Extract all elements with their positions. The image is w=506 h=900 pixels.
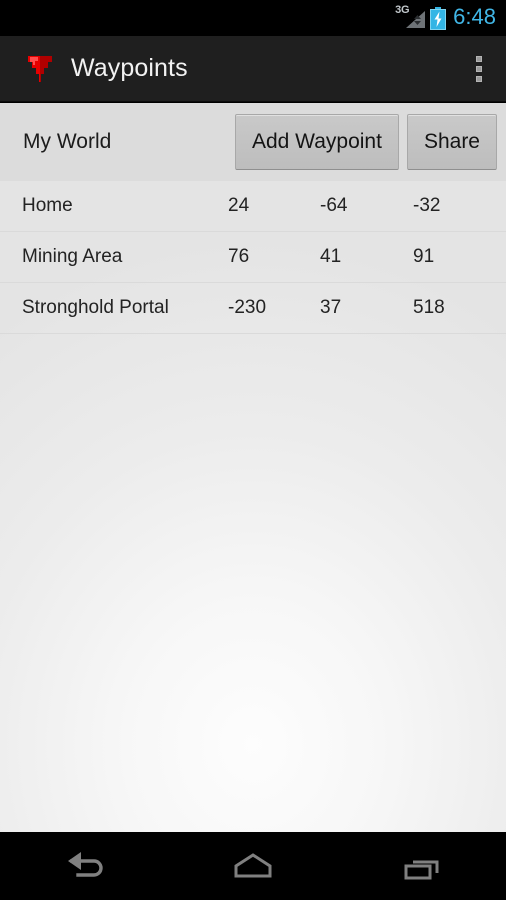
action-bar: Waypoints	[0, 36, 506, 102]
back-button[interactable]	[0, 832, 169, 900]
android-screen: 3G 6:48 Waypoints My World Add Waypoint …	[0, 0, 506, 900]
share-button[interactable]: Share	[406, 114, 497, 170]
waypoint-marker-icon	[28, 55, 52, 82]
table-row[interactable]: Stronghold Portal -230 37 518	[0, 283, 506, 334]
overflow-dot	[476, 66, 482, 72]
recents-button[interactable]	[337, 832, 506, 900]
world-name-label: My World	[23, 130, 112, 153]
overflow-dot	[476, 56, 482, 62]
signal-triangle-icon	[406, 11, 426, 28]
battery-indicator	[430, 6, 447, 30]
waypoint-z: 91	[413, 246, 435, 267]
waypoint-list: Home 24 -64 -32 Mining Area 76 41 91 Str…	[0, 181, 506, 334]
waypoint-y: 37	[320, 297, 342, 318]
waypoint-z: -32	[413, 195, 441, 216]
table-row[interactable]: Mining Area 76 41 91	[0, 232, 506, 283]
recent-apps-icon	[404, 860, 439, 880]
back-arrow-icon	[68, 852, 104, 877]
overflow-menu-icon[interactable]	[452, 36, 506, 102]
waypoint-z: 518	[413, 297, 445, 318]
waypoint-x: 76	[228, 246, 250, 267]
battery-charging-icon	[430, 6, 447, 30]
status-bar-clock: 6:48	[453, 4, 496, 29]
waypoint-name: Stronghold Portal	[22, 297, 169, 318]
waypoint-y: 41	[320, 246, 342, 267]
add-waypoint-button[interactable]: Add Waypoint	[234, 114, 399, 170]
waypoint-x: 24	[228, 195, 250, 216]
table-row[interactable]: Home 24 -64 -32	[0, 181, 506, 232]
android-navigation-bar	[0, 832, 506, 900]
status-bar: 3G 6:48	[0, 0, 506, 36]
world-toolbar: My World Add Waypoint Share	[0, 103, 506, 181]
waypoint-name: Home	[22, 195, 73, 216]
page-title: Waypoints	[71, 54, 188, 82]
home-button[interactable]	[169, 832, 338, 900]
overflow-dot	[476, 76, 482, 82]
status-bar-icons: 3G 6:48	[395, 4, 496, 30]
signal-indicator: 3G	[395, 5, 426, 30]
waypoint-y: -64	[320, 195, 348, 216]
home-icon	[234, 853, 272, 878]
waypoint-x: -230	[228, 297, 267, 318]
main-content: My World Add Waypoint Share Home 24 -64 …	[0, 103, 506, 832]
waypoint-name: Mining Area	[22, 246, 123, 267]
